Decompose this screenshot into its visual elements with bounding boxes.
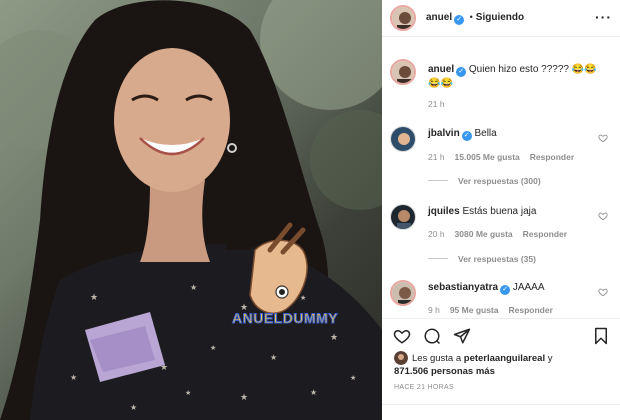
svg-text:★: ★ — [90, 292, 98, 302]
comment-text-block: jbalvin ✓ Bella — [428, 127, 497, 141]
header-username[interactable]: anuel — [426, 12, 452, 23]
comment-meta: 20 h 3080 Me gusta Responder — [428, 229, 567, 239]
svg-text:★: ★ — [190, 283, 197, 292]
post-header: anuel ✓ • Siguiendo ··· — [382, 0, 620, 37]
liked-by-user[interactable]: peterlaanguilareal — [464, 353, 545, 364]
comment-avatar[interactable] — [390, 280, 416, 306]
svg-text:★: ★ — [185, 389, 191, 397]
svg-text:★: ★ — [330, 332, 338, 342]
view-replies[interactable]: Ver respuestas (35) — [428, 254, 536, 264]
comment-likes[interactable]: 3080 Me gusta — [455, 229, 513, 239]
comment-likes[interactable]: 15.005 Me gusta — [455, 152, 520, 162]
watermark-text: ANUELDUMMY — [231, 310, 339, 327]
likes-count[interactable]: 871.506 personas más — [394, 366, 495, 377]
comment-username[interactable]: sebastianyatra — [428, 282, 498, 293]
likes-summary: Les gusta a peterlaanguilareal y 871.506… — [394, 352, 614, 378]
comment-text: Bella — [474, 128, 497, 139]
action-bar — [382, 318, 620, 350]
heart-icon[interactable] — [392, 327, 412, 345]
comment-likes[interactable]: 95 Me gusta — [450, 305, 499, 315]
svg-text:★: ★ — [130, 403, 137, 412]
caption-avatar[interactable] — [390, 59, 416, 85]
svg-text:★: ★ — [270, 353, 277, 362]
heart-icon[interactable] — [598, 211, 608, 221]
liked-by-prefix: Les gusta a — [412, 353, 462, 364]
svg-text:★: ★ — [210, 344, 216, 352]
share-icon[interactable] — [452, 327, 472, 345]
verified-badge-icon: ✓ — [461, 131, 472, 141]
bookmark-icon[interactable] — [592, 327, 610, 345]
comment-text-block: jquiles Estás buena jaja — [428, 205, 536, 219]
post-sidebar: anuel ✓ • Siguiendo ··· anuel ✓ Quien hizo … — [382, 0, 620, 420]
svg-text:★: ★ — [350, 374, 356, 382]
svg-text:★: ★ — [70, 373, 77, 382]
comment-username[interactable]: jbalvin — [428, 128, 460, 139]
header-separator: • — [469, 12, 473, 22]
comment-time: 20 h — [428, 229, 445, 239]
caption-text: Quien hizo esto ????? — [468, 64, 569, 75]
verified-badge-icon: ✓ — [454, 15, 465, 25]
comment-text-block: sebastianyatra ✓ JAAAA — [428, 281, 545, 295]
comment-time: 9 h — [428, 305, 440, 315]
caption-time: 21 h — [428, 99, 445, 109]
comment-meta: 9 h 95 Me gusta Responder — [428, 305, 553, 315]
post-photo[interactable]: ★★ ★★ ★★ ★★ ★★ ★★ ★★ ★★ — [0, 0, 382, 420]
more-options-icon[interactable]: ··· — [595, 9, 612, 25]
post-time: HACE 21 HORAS — [394, 384, 454, 391]
comment-text: Estás buena jaja — [462, 206, 537, 217]
reply-button[interactable]: Responder — [530, 152, 574, 162]
comment-avatar[interactable] — [390, 204, 416, 230]
follow-status[interactable]: Siguiendo — [476, 12, 524, 23]
comment-avatar[interactable] — [390, 126, 416, 152]
caption-username[interactable]: anuel — [428, 64, 454, 75]
liked-by-suffix: y — [547, 353, 553, 364]
add-comment-bar[interactable] — [382, 404, 620, 420]
comment-meta: 21 h 15.005 Me gusta Responder — [428, 152, 574, 162]
verified-badge-icon: ✓ — [500, 285, 511, 295]
svg-text:★: ★ — [240, 392, 248, 402]
comment-text: JAAAA — [512, 282, 545, 293]
comment-username[interactable]: jquiles — [428, 206, 460, 217]
caption-text-block: anuel ✓ Quien hizo esto ????? 😂😂😂😂 — [428, 63, 608, 91]
photo-illustration: ★★ ★★ ★★ ★★ ★★ ★★ ★★ ★★ — [0, 0, 382, 420]
author-avatar[interactable] — [390, 5, 416, 31]
comment-time: 21 h — [428, 152, 445, 162]
reply-button[interactable]: Responder — [523, 229, 567, 239]
svg-text:★: ★ — [300, 294, 306, 302]
heart-icon[interactable] — [598, 133, 608, 143]
svg-text:★: ★ — [310, 388, 317, 397]
verified-badge-icon: ✓ — [456, 67, 467, 77]
reply-button[interactable]: Responder — [508, 305, 552, 315]
heart-icon[interactable] — [598, 287, 608, 297]
comment-icon[interactable] — [422, 327, 442, 345]
view-replies[interactable]: Ver respuestas (300) — [428, 176, 541, 186]
